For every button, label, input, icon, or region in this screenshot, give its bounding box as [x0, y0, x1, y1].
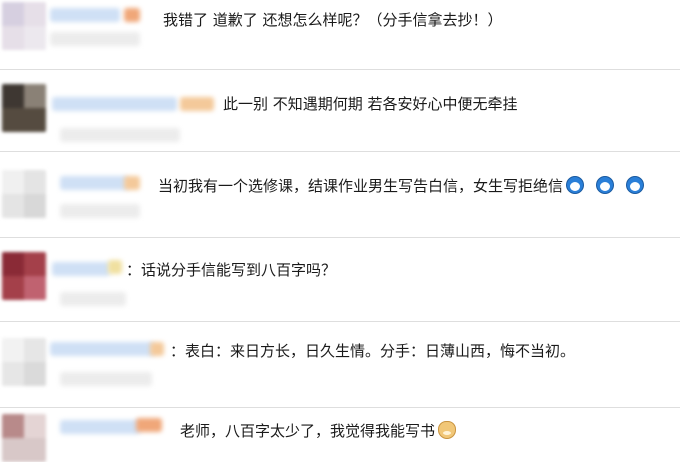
blurred-badge [180, 97, 214, 111]
doge-emoji-icon [438, 421, 457, 439]
comment-text-content: ：表白：来日方长，日久生情。分手：日薄山西，悔不当初。 [170, 342, 576, 360]
blurred-metadata [60, 128, 180, 142]
comment-item: 老师，八百字太少了，我觉得我能写书 [0, 408, 680, 462]
avatar[interactable] [2, 2, 46, 50]
comment-text-content: 当初我有一个选修课，结课作业男生写告白信，女生写拒绝信 [158, 177, 564, 195]
doraemon-emoji-icon [596, 176, 615, 194]
blurred-badge [108, 260, 122, 274]
comment-text: 此一别 不知遇期何期 若各安好心中便无牵挂 [223, 94, 518, 114]
doraemon-emoji-icon [626, 176, 645, 194]
comment-text: 老师，八百字太少了，我觉得我能写书 [180, 421, 457, 441]
blurred-username[interactable] [52, 97, 177, 111]
blurred-metadata [60, 292, 126, 306]
blurred-username[interactable] [50, 8, 120, 22]
comment-item: ：表白：来日方长，日久生情。分手：日薄山西，悔不当初。 [0, 322, 680, 408]
avatar[interactable] [2, 338, 46, 386]
avatar[interactable] [2, 170, 46, 218]
blurred-username[interactable] [60, 420, 140, 434]
comment-item: 当初我有一个选修课，结课作业男生写告白信，女生写拒绝信 [0, 152, 680, 238]
avatar[interactable] [2, 252, 46, 300]
comment-item: 我错了 道歉了 还想怎么样呢？（分手信拿去抄！） [0, 0, 680, 70]
avatar[interactable] [2, 414, 46, 462]
comment-text: ：表白：来日方长，日久生情。分手：日薄山西，悔不当初。 [170, 341, 575, 361]
comment-text: ：话说分手信能写到八百字吗？ [126, 260, 336, 280]
comment-text-content: 老师，八百字太少了，我觉得我能写书 [180, 422, 436, 440]
comment-text-content: 此一别 不知遇期何期 若各安好心中便无牵挂 [223, 95, 518, 113]
comment-text-content: 我错了 道歉了 还想怎么样呢？（分手信拿去抄！） [163, 11, 503, 29]
blurred-metadata [60, 204, 140, 218]
blurred-badge [124, 8, 140, 22]
doraemon-emoji-icon [566, 176, 585, 194]
blurred-badge [136, 418, 162, 432]
blurred-badge [124, 176, 140, 190]
comment-item: ：话说分手信能写到八百字吗？ [0, 238, 680, 322]
blurred-badge [150, 342, 164, 356]
avatar[interactable] [2, 84, 46, 132]
comment-text-content: ：话说分手信能写到八百字吗？ [126, 261, 337, 279]
blurred-metadata [60, 372, 152, 386]
blurred-metadata [50, 32, 140, 46]
blurred-username[interactable] [52, 262, 110, 276]
blurred-username[interactable] [60, 176, 128, 190]
comment-text: 当初我有一个选修课，结课作业男生写告白信，女生写拒绝信 [158, 176, 645, 196]
blurred-username[interactable] [50, 342, 154, 356]
comment-text: 我错了 道歉了 还想怎么样呢？（分手信拿去抄！） [163, 10, 503, 30]
comment-item: 此一别 不知遇期何期 若各安好心中便无牵挂 [0, 70, 680, 152]
